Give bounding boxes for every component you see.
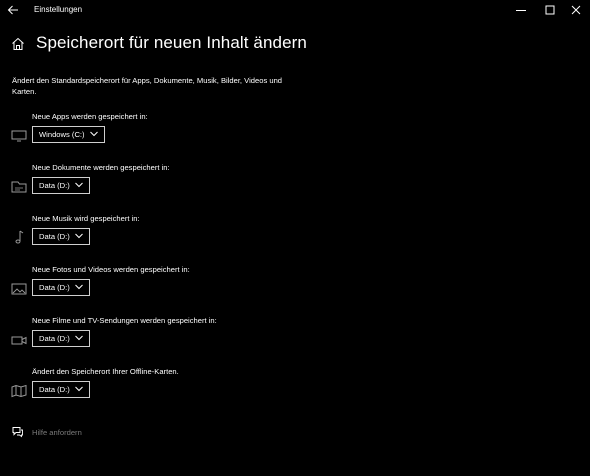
dropdown-value: Windows (C:) <box>39 130 85 139</box>
music-location-label: Neue Musik wird gespeichert in: <box>32 214 140 223</box>
chevron-down-icon <box>75 284 83 290</box>
page-title: Speicherort für neuen Inhalt ändern <box>36 33 307 52</box>
get-help-link[interactable]: Hilfe anfordern <box>32 428 82 437</box>
music-note-icon <box>15 230 24 244</box>
map-icon <box>11 384 27 398</box>
title-bar: Einstellungen <box>0 0 590 22</box>
maps-location-dropdown[interactable]: Data (D:) <box>32 381 90 398</box>
movies-location-label: Neue Filme und TV-Sendungen werden gespe… <box>32 316 217 325</box>
dropdown-value: Data (D:) <box>39 283 70 292</box>
chevron-down-icon <box>90 131 98 137</box>
apps-location-label: Neue Apps werden gespeichert in: <box>32 112 148 121</box>
maps-location-label: Ändert den Speicherort Ihrer Offline-Kar… <box>32 367 179 376</box>
photos-location-dropdown[interactable]: Data (D:) <box>32 279 90 296</box>
chevron-down-icon <box>75 335 83 341</box>
home-icon[interactable] <box>11 37 25 51</box>
dropdown-value: Data (D:) <box>39 385 70 394</box>
chevron-down-icon <box>75 233 83 239</box>
dropdown-value: Data (D:) <box>39 232 70 241</box>
chevron-down-icon <box>75 182 83 188</box>
music-location-dropdown[interactable]: Data (D:) <box>32 228 90 245</box>
chevron-down-icon <box>75 386 83 392</box>
photos-location-label: Neue Fotos und Videos werden gespeichert… <box>32 265 190 274</box>
documents-location-dropdown[interactable]: Data (D:) <box>32 177 90 194</box>
monitor-icon <box>11 130 27 142</box>
dropdown-value: Data (D:) <box>39 181 70 190</box>
apps-location-dropdown[interactable]: Windows (C:) <box>32 126 105 143</box>
photo-icon <box>11 283 27 295</box>
maximize-icon[interactable] <box>544 4 556 16</box>
close-icon[interactable] <box>570 4 582 16</box>
documents-location-label: Neue Dokumente werden gespeichert in: <box>32 163 170 172</box>
video-camera-icon <box>11 336 27 345</box>
dropdown-value: Data (D:) <box>39 334 70 343</box>
back-arrow-icon[interactable] <box>6 3 20 17</box>
page-description: Ändert den Standardspeicherort für Apps,… <box>12 76 283 96</box>
chat-help-icon[interactable] <box>11 425 24 438</box>
window-title: Einstellungen <box>34 5 83 14</box>
document-drive-icon <box>11 181 27 193</box>
minimize-icon[interactable] <box>515 4 527 16</box>
movies-location-dropdown[interactable]: Data (D:) <box>32 330 90 347</box>
